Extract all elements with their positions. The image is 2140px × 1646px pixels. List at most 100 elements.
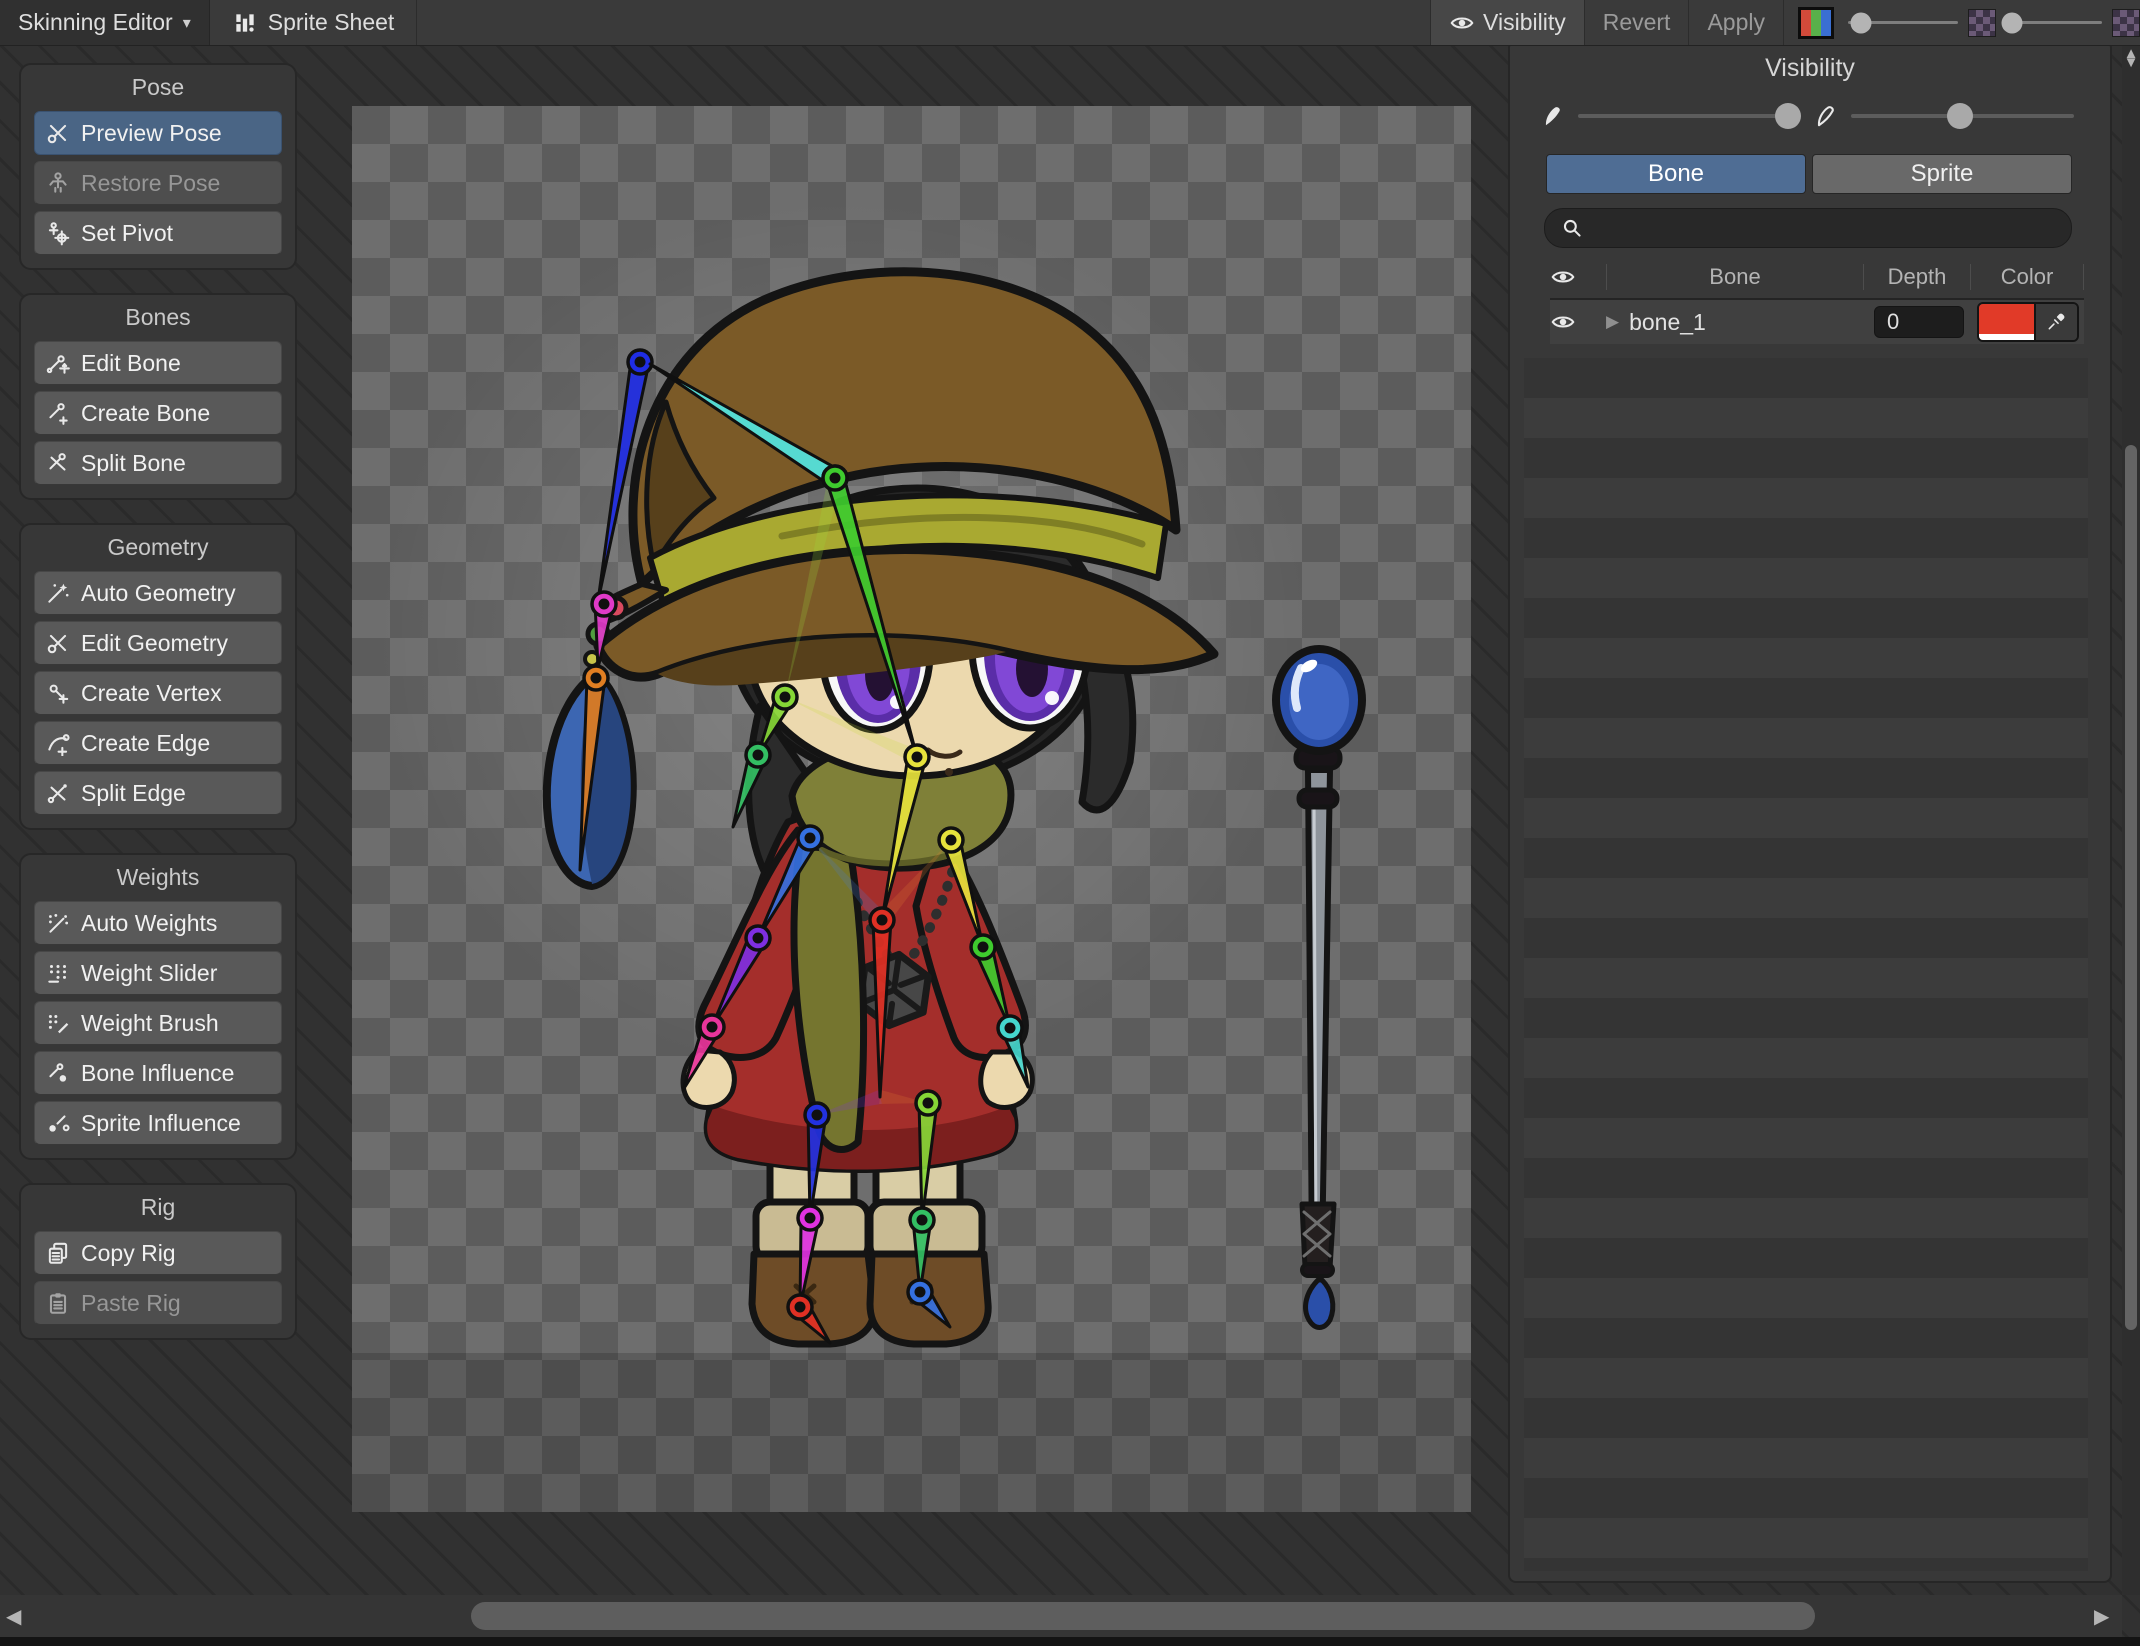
button-label: Create Bone: [81, 399, 211, 426]
button-label: Bone Influence: [81, 1059, 235, 1086]
button-label: Sprite Influence: [81, 1109, 241, 1136]
button-label: Split Edge: [81, 779, 186, 806]
set-pivot-icon: [45, 220, 71, 246]
copy-rig-button[interactable]: Copy Rig: [34, 1231, 282, 1275]
horizontal-scroll-thumb[interactable]: [471, 1602, 1815, 1630]
panel-mesh-opacity-slider[interactable]: [1851, 101, 2074, 131]
status-strip: [0, 1637, 2140, 1646]
apply-label: Apply: [1707, 9, 1765, 35]
apply-button[interactable]: Apply: [1688, 0, 1783, 45]
character-sprite[interactable]: [352, 106, 1471, 1512]
sprite-texture-rect[interactable]: [352, 106, 1471, 1512]
sprite-influence-button[interactable]: Sprite Influence: [34, 1101, 282, 1145]
button-label: Split Bone: [81, 449, 186, 476]
bone-split-icon: [45, 450, 71, 476]
visibility-label: Visibility: [1483, 9, 1566, 35]
tool-group-geometry: Geometry Auto Geometry Edit Geometry Create…: [19, 523, 297, 830]
edit-bone-button[interactable]: Edit Bone: [34, 341, 282, 385]
column-depth: Depth: [1887, 264, 1947, 289]
button-label: Weight Brush: [81, 1009, 219, 1036]
column-color: Color: [2000, 264, 2054, 289]
weight-slider-button[interactable]: Weight Slider: [34, 951, 282, 995]
group-title: Geometry: [107, 534, 209, 560]
table-row[interactable]: ▶ bone_1 0: [1550, 300, 2084, 344]
edge-create-icon: [45, 730, 71, 756]
auto-geometry-button[interactable]: Auto Geometry: [34, 571, 282, 615]
tab-sprite[interactable]: Sprite: [1812, 154, 2072, 194]
weight-brush-icon: [45, 1010, 71, 1036]
bone-influence-button[interactable]: Bone Influence: [34, 1051, 282, 1095]
column-bone: Bone: [1709, 264, 1761, 289]
paste-rig-button[interactable]: Paste Rig: [34, 1281, 282, 1325]
button-label: Edit Bone: [81, 349, 181, 376]
set-pivot-button[interactable]: Set Pivot: [34, 211, 282, 255]
eyedropper-icon[interactable]: [2033, 304, 2077, 340]
bone-alpha-icon: [2112, 8, 2140, 37]
mesh-opacity-icon: [1813, 103, 1839, 129]
geo-edit-icon: [45, 630, 71, 656]
staff-sprite[interactable]: [1272, 645, 1366, 1330]
visibility-eye-icon: [1449, 10, 1475, 36]
top-toolbar: Skinning Editor ▾ Sprite Sheet Visibilit…: [0, 0, 2140, 46]
edit-geometry-button[interactable]: Edit Geometry: [34, 621, 282, 665]
bone-create-icon: [45, 400, 71, 426]
button-label: Auto Weights: [81, 909, 218, 936]
scroll-right-arrow[interactable]: ▶: [2094, 1604, 2109, 1629]
chevron-down-icon: ▾: [182, 14, 191, 32]
visibility-tabs: Bone Sprite: [1510, 138, 2110, 194]
tab-bone[interactable]: Bone: [1546, 154, 1806, 194]
create-vertex-button[interactable]: Create Vertex: [34, 671, 282, 715]
pose-restore-icon: [45, 170, 71, 196]
button-label: Edit Geometry: [81, 629, 228, 656]
button-label: Preview Pose: [81, 119, 222, 146]
depth-field[interactable]: 0: [1874, 306, 1964, 338]
split-edge-button[interactable]: Split Edge: [34, 771, 282, 815]
group-title: Rig: [140, 1194, 176, 1220]
button-label: Create Edge: [81, 729, 211, 756]
bone-edit-icon: [45, 350, 71, 376]
skinning-editor-menu[interactable]: Skinning Editor ▾: [0, 0, 210, 45]
sprite-influence-icon: [45, 1110, 71, 1136]
search-input[interactable]: [1593, 214, 2057, 242]
sprite-sheet-button[interactable]: Sprite Sheet: [210, 0, 418, 45]
restore-pose-button[interactable]: Restore Pose: [34, 161, 282, 205]
panel-bone-opacity-slider[interactable]: [1578, 101, 1801, 131]
tool-panel: Pose Preview Pose Restore Pose Set Pivot Bon…: [19, 63, 297, 1340]
weights-auto-icon: [45, 910, 71, 936]
create-edge-button[interactable]: Create Edge: [34, 721, 282, 765]
visibility-toggle-button[interactable]: Visibility: [1430, 0, 1584, 45]
expand-arrow-icon[interactable]: ▶: [1606, 312, 1619, 332]
group-title: Pose: [131, 74, 185, 100]
create-bone-button[interactable]: Create Bone: [34, 391, 282, 435]
vertex-create-icon: [45, 680, 71, 706]
skinning-editor-window: Skinning Editor ▾ Sprite Sheet Visibilit…: [0, 0, 2140, 1646]
preview-pose-button[interactable]: Preview Pose: [34, 111, 282, 155]
horizontal-scrollbar[interactable]: ◀ ▶: [0, 1595, 2122, 1637]
weight-brush-button[interactable]: Weight Brush: [34, 1001, 282, 1045]
sprite-opacity-slider[interactable]: [1848, 0, 1958, 45]
vertical-scrollbar[interactable]: ▲ ▼: [2122, 45, 2140, 1595]
scroll-down-arrow[interactable]: ▼: [2122, 54, 2140, 1593]
skinning-editor-label: Skinning Editor: [18, 9, 173, 35]
bone-color-swatch[interactable]: [1979, 304, 2034, 340]
bone-name[interactable]: bone_1: [1629, 309, 1706, 336]
scroll-left-arrow[interactable]: ◀: [6, 1604, 21, 1629]
revert-button[interactable]: Revert: [1583, 0, 1689, 45]
tool-group-bones: Bones Edit Bone Create Bone Split Bone: [19, 293, 297, 500]
tool-group-pose: Pose Preview Pose Restore Pose Set Pivot: [19, 63, 297, 270]
sprite-color-mode-icon[interactable]: [1798, 6, 1834, 39]
bone-opacity-icon: [1540, 103, 1566, 129]
split-bone-button[interactable]: Split Bone: [34, 441, 282, 485]
texture-rect-lower-band: [352, 1353, 1471, 1512]
sprite-sheet-label: Sprite Sheet: [267, 9, 395, 35]
auto-weights-button[interactable]: Auto Weights: [34, 901, 282, 945]
search-icon: [1559, 215, 1585, 241]
group-title: Weights: [116, 864, 200, 890]
button-label: Set Pivot: [81, 219, 174, 246]
bone-opacity-slider[interactable]: [2001, 0, 2102, 45]
weight-slider-icon: [45, 960, 71, 986]
row-visibility-eye-icon[interactable]: [1550, 309, 1606, 335]
sprite-alpha-icon: [1968, 8, 1996, 37]
search-field[interactable]: [1544, 208, 2072, 248]
button-label: Weight Slider: [81, 959, 218, 986]
